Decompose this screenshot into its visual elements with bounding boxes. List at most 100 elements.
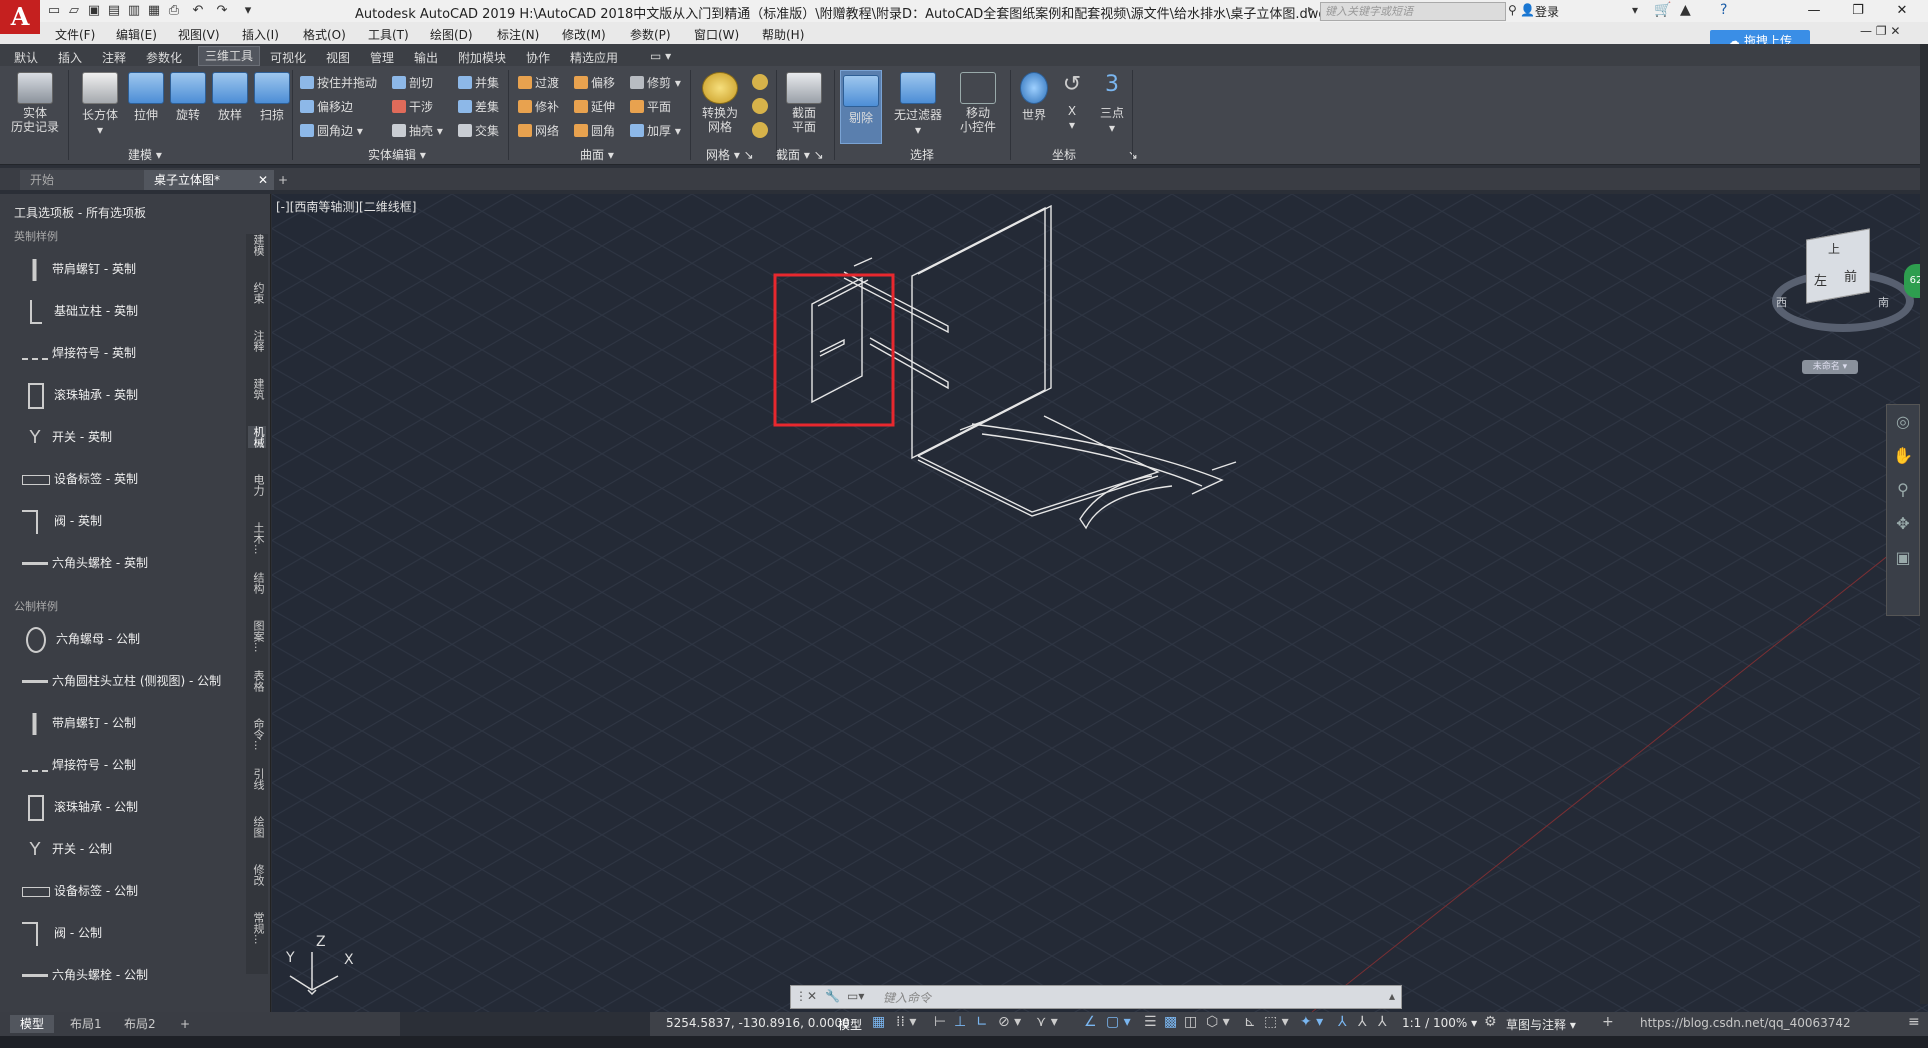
network-button[interactable]: 网络 <box>518 122 559 139</box>
palette-item[interactable]: 设备标签 - 公制 <box>22 878 242 904</box>
user-icon[interactable]: 👤 <box>1520 3 1535 17</box>
palette-tab[interactable]: 命令... <box>248 718 266 751</box>
palette-item[interactable]: 设备标签 - 英制 <box>22 466 242 492</box>
tab-default[interactable]: 默认 <box>14 49 38 66</box>
model-space-button[interactable]: 模型 <box>838 1016 862 1033</box>
offset-surface-button[interactable]: 偏移 <box>574 74 615 91</box>
panel-title-coordinates[interactable]: 坐标 ↘ <box>1052 146 1138 163</box>
tab-view[interactable]: 视图 <box>326 49 350 66</box>
lineweight-icon[interactable]: ☰ <box>1144 1014 1157 1030</box>
tab-start[interactable]: 开始 <box>20 170 150 190</box>
coordinates-readout[interactable]: 5254.5837, -130.8916, 0.0000 <box>666 1016 850 1030</box>
mesh-smooth-icon[interactable] <box>752 74 768 90</box>
planar-button[interactable]: 平面 <box>630 98 671 115</box>
thicken-button[interactable]: 加厚 ▾ <box>630 122 681 139</box>
auto-scale-icon[interactable]: ⅄ <box>1358 1014 1367 1030</box>
zoom-icon[interactable]: ⚲ <box>1887 473 1919 507</box>
palette-item[interactable]: 阀 - 英制 <box>22 508 242 534</box>
palette-tab-active[interactable]: 机械 <box>248 426 266 448</box>
panel-title-mesh[interactable]: 网格 ▾ ↘ <box>706 146 754 163</box>
palette-item[interactable]: 六角圆柱头立柱 (侧视图) - 公制 <box>22 668 242 694</box>
compass-west[interactable]: 西 <box>1776 294 1787 310</box>
offset-edge-button[interactable]: 偏移边 <box>300 98 353 115</box>
mesh-refine-icon[interactable] <box>752 98 768 114</box>
app-logo[interactable]: A <box>0 0 40 34</box>
ucs-3point-button[interactable]: 3 三点 ▾ <box>1094 72 1130 135</box>
tab-3d-tools[interactable]: 三维工具 <box>198 46 261 66</box>
selection-cycling-icon[interactable]: ◫ <box>1184 1014 1197 1030</box>
subtract-button[interactable]: 差集 <box>458 98 499 115</box>
ucs-x-button[interactable]: ↺ X ▾ <box>1054 72 1090 132</box>
gear-icon[interactable]: ⚙ <box>1484 1014 1497 1030</box>
selection-filter-icon[interactable]: ⬚ ▾ <box>1264 1014 1289 1030</box>
palette-item[interactable]: Y 开关 - 英制 <box>22 424 242 450</box>
tab-visualize[interactable]: 可视化 <box>270 49 306 66</box>
close-tab-icon[interactable]: ✕ <box>258 170 268 190</box>
palette-item[interactable]: 滚珠轴承 - 公制 <box>22 794 242 821</box>
doc-window-controls[interactable]: — ❐ ✕ <box>1860 24 1900 38</box>
viewcube[interactable]: 上 左 前 西 南 <box>1772 228 1914 332</box>
palette-item[interactable]: 带肩螺钉 - 公制 <box>22 710 242 736</box>
cmd-prompt-icon[interactable]: ▭▾ <box>847 989 864 1003</box>
polar-icon[interactable]: ⊘ ▾ <box>998 1014 1021 1030</box>
command-input[interactable]: 键入命令 <box>883 989 931 1006</box>
undo-icon[interactable]: ↶ <box>190 3 206 19</box>
panel-title-surface[interactable]: 曲面 ▾ <box>580 146 614 163</box>
menu-edit[interactable]: 编辑(E) <box>116 26 157 43</box>
menu-modify[interactable]: 修改(M) <box>562 26 606 43</box>
tab-addins[interactable]: 附加模块 <box>458 49 506 66</box>
new-tab-icon[interactable]: + <box>272 170 300 190</box>
tab-annotate[interactable]: 注释 <box>102 49 126 66</box>
search-input[interactable]: 键入关键字或短语 <box>1320 2 1506 21</box>
customize-icon[interactable]: ≡ <box>1908 1014 1920 1030</box>
revolve-button[interactable]: 旋转 <box>166 72 210 123</box>
infer-icon[interactable]: ⊢ <box>934 1014 946 1030</box>
binoculars-icon[interactable]: ⚲ <box>1508 3 1517 17</box>
open-web-icon[interactable]: ▥ <box>126 3 142 19</box>
menu-view[interactable]: 视图(V) <box>178 26 220 43</box>
tab-layout1[interactable]: 布局1 <box>60 1015 112 1033</box>
tab-manage[interactable]: 管理 <box>370 49 394 66</box>
tab-layout2[interactable]: 布局2 <box>114 1015 166 1033</box>
plot-icon[interactable]: ⎙ <box>166 3 182 19</box>
palette-tab[interactable]: 表格 <box>248 670 266 692</box>
palette-item[interactable]: 焊接符号 - 公制 <box>22 752 242 778</box>
palette-tab[interactable]: 注释 <box>248 330 266 352</box>
palette-item[interactable]: 阀 - 公制 <box>22 920 242 946</box>
palette-tab[interactable]: 结构 <box>248 572 266 594</box>
model-space-svg[interactable] <box>272 194 1928 1012</box>
grip-icon[interactable]: ⋮ <box>795 989 807 1003</box>
trim-button[interactable]: 修剪 ▾ <box>630 74 681 91</box>
save-web-icon[interactable]: ▦ <box>146 3 162 19</box>
showmotion-icon[interactable]: ▣ <box>1887 541 1919 575</box>
orbit-icon[interactable]: ✥ <box>1887 507 1919 541</box>
palette-tab[interactable]: 绘图 <box>248 816 266 838</box>
palette-tab[interactable]: 建筑 <box>248 378 266 400</box>
palette-item[interactable]: 带肩螺钉 - 英制 <box>22 256 242 282</box>
menu-parametric[interactable]: 参数(P) <box>630 26 671 43</box>
viewcube-top-face[interactable]: 上 <box>1828 240 1840 257</box>
union-button[interactable]: 并集 <box>458 74 499 91</box>
pan-icon[interactable]: ✋ <box>1887 439 1919 473</box>
palette-item[interactable]: 焊接符号 - 英制 <box>22 340 242 366</box>
palette-tab[interactable]: 建模 <box>248 234 266 256</box>
annotation-visibility-icon[interactable]: ⅄ <box>1338 1014 1347 1030</box>
loft-button[interactable]: 放样 <box>208 72 252 123</box>
tab-output[interactable]: 输出 <box>414 49 438 66</box>
search-arrow-icon[interactable]: ▸ <box>1308 4 1313 15</box>
open-icon[interactable]: ▱ <box>66 3 82 19</box>
move-gizmo-button[interactable]: 移动 小控件 <box>952 72 1004 134</box>
tab-featured[interactable]: 精选应用 <box>570 49 618 66</box>
menu-format[interactable]: 格式(O) <box>303 26 346 43</box>
panel-title-modeling[interactable]: 建模 ▾ <box>128 146 162 163</box>
menu-help[interactable]: 帮助(H) <box>762 26 804 43</box>
dynamic-input-icon[interactable]: ⊥ <box>954 1014 966 1030</box>
snap-icon[interactable]: ⁞⁞ ▾ <box>896 1014 916 1030</box>
panel-title-section[interactable]: 截面 ▾ ↘ <box>776 146 824 163</box>
tab-drawing[interactable]: 桌子立体图* ✕ <box>144 170 274 190</box>
dropdown-icon[interactable]: ▾ <box>1632 3 1638 17</box>
box-button[interactable]: 长方体 ▾ <box>78 72 122 137</box>
palette-tab[interactable]: 约束 <box>248 282 266 304</box>
mesh-crease-icon[interactable] <box>752 122 768 138</box>
presspull-button[interactable]: 按住并拖动 <box>300 74 377 91</box>
